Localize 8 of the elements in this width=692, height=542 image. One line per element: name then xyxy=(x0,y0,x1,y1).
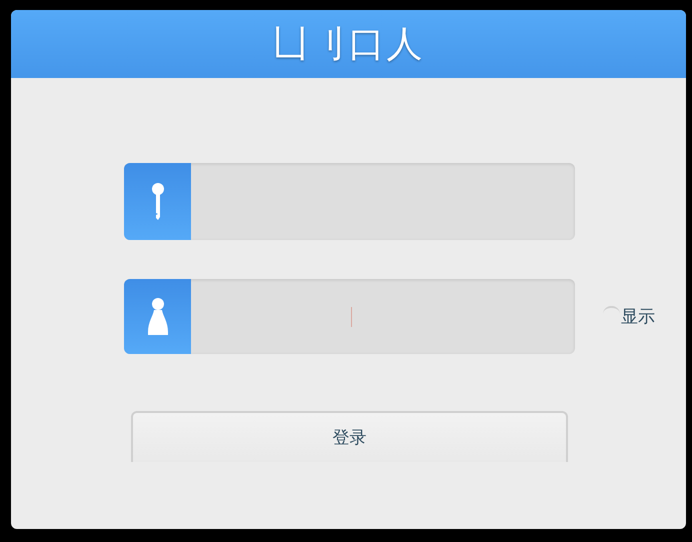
key-icon xyxy=(150,182,164,222)
window-title: 凵刂口人 xyxy=(272,22,424,66)
input-field[interactable] xyxy=(124,279,575,354)
input-field[interactable] xyxy=(124,163,575,240)
person-icon xyxy=(146,296,170,336)
checkbox-label: 显示 xyxy=(621,306,655,328)
login-button[interactable]: 登录 xyxy=(131,411,568,462)
text-cursor xyxy=(351,307,352,327)
